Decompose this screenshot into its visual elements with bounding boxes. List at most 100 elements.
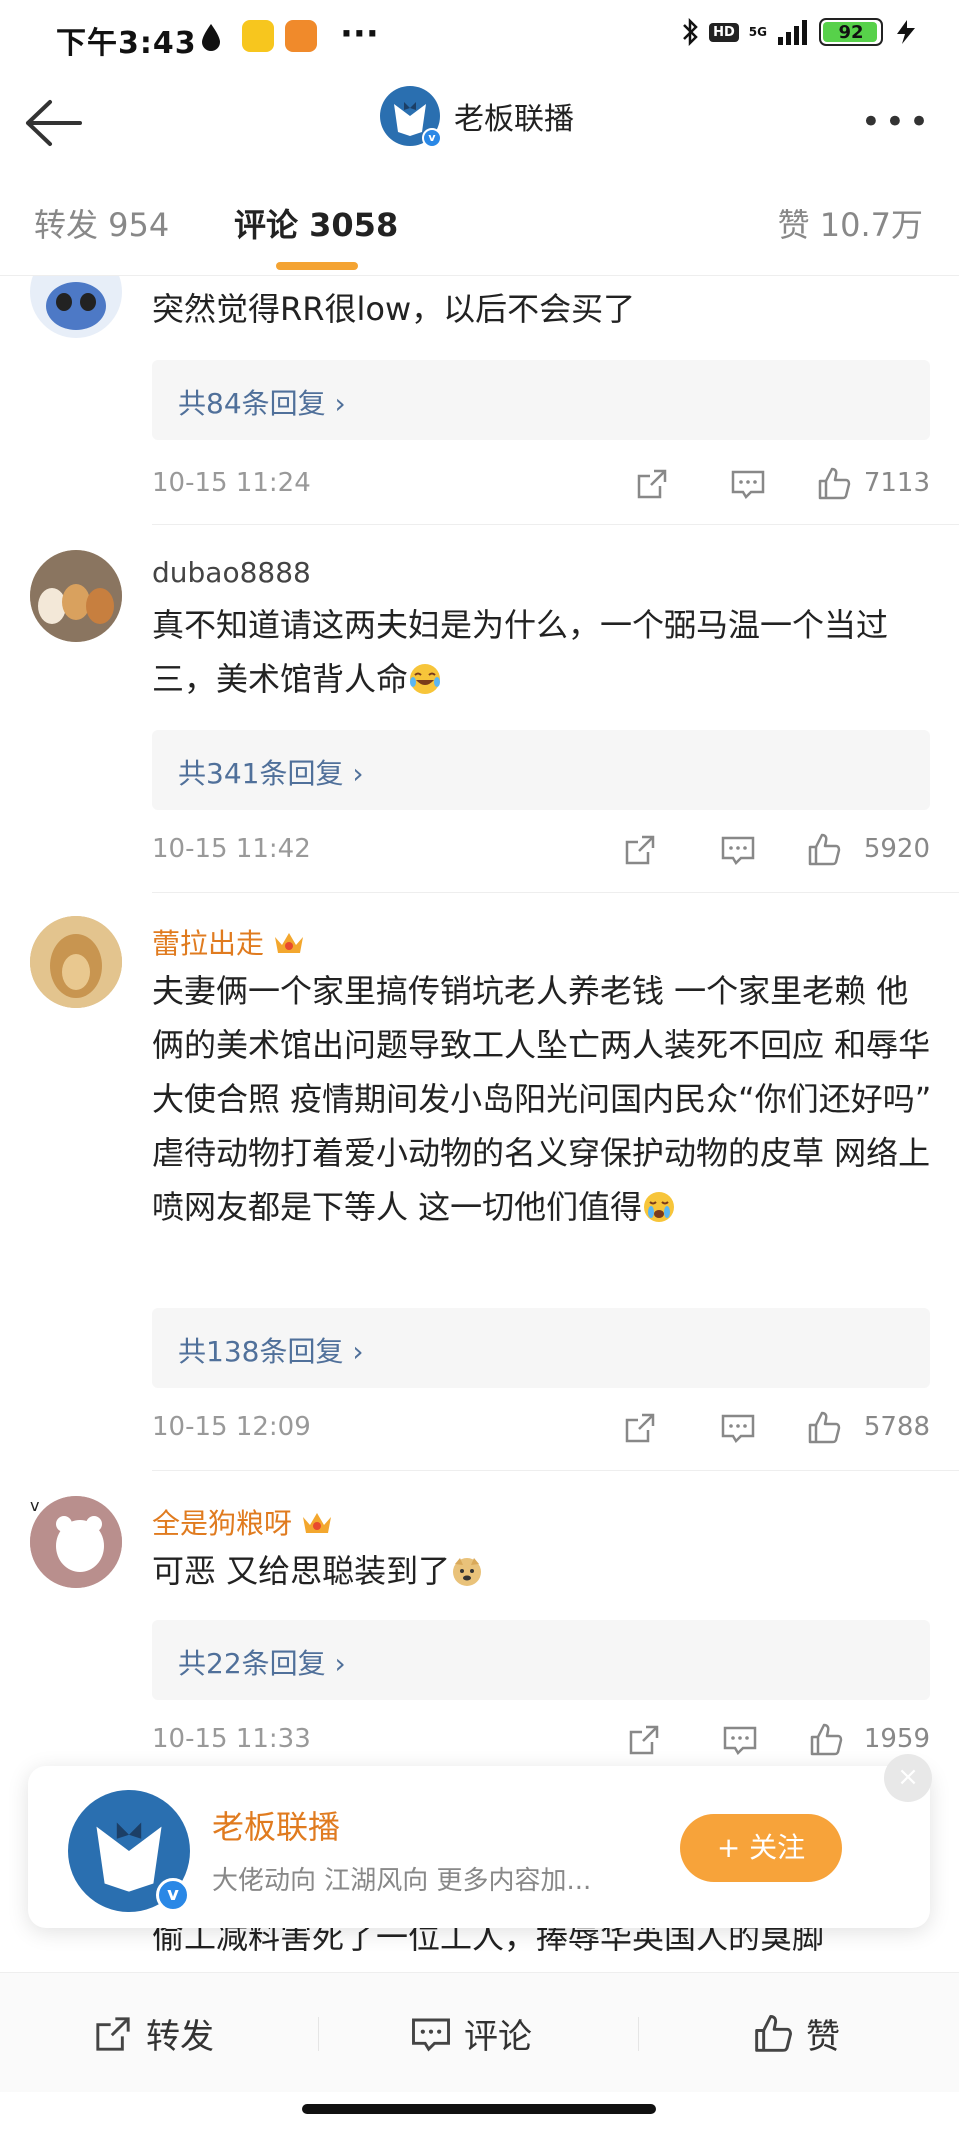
like-icon[interactable] — [808, 1722, 844, 1758]
share-icon — [96, 2016, 130, 2051]
stitch-avatar-icon — [46, 282, 106, 330]
more-options-icon[interactable]: ••• — [861, 102, 933, 142]
dogs-avatar-icon — [30, 550, 122, 642]
comment-icon[interactable] — [720, 832, 756, 868]
follow-button[interactable]: + 关注 — [680, 1814, 842, 1882]
like-label: 赞 — [806, 2017, 840, 2057]
comment-username[interactable]: dubao8888 — [152, 556, 311, 589]
like-icon[interactable] — [806, 1410, 842, 1446]
like-count: 7113 — [863, 468, 930, 498]
avatar[interactable]: v — [30, 276, 126, 342]
reply-count-button[interactable]: 共138条回复 › — [152, 1308, 930, 1388]
doge-emoji-icon — [453, 1558, 482, 1586]
status-time: 下午3:43 — [56, 26, 197, 61]
repost-label: 转发 — [146, 2017, 214, 2057]
popup-description: 大佬动向 江湖风向 更多内容加... — [212, 1866, 592, 1896]
comment-icon[interactable] — [720, 1410, 756, 1446]
account-logo[interactable]: v — [68, 1790, 190, 1912]
reply-count-button[interactable]: 共341条回复 › — [152, 730, 930, 810]
like-count: 5788 — [863, 1412, 930, 1442]
title-bar: v 老板联播 ••• — [0, 76, 959, 168]
share-icon[interactable] — [626, 1722, 662, 1758]
comment-text-content: 夫妻俩一个家里搞传销坑老人养老钱 一个家里老赖 他俩的美术馆出问题导致工人坠亡两… — [152, 972, 932, 1226]
comment-text-content: 真不知道请这两夫妇是为什么，一个弼马温一个当过三，美术馆背人命 — [152, 606, 889, 698]
verified-badge: v — [156, 1878, 190, 1912]
avatar[interactable]: v — [30, 1496, 126, 1592]
popup-account-name[interactable]: 老板联播 — [212, 1802, 340, 1848]
like-button[interactable]: 赞 — [752, 2009, 840, 2058]
comment-text: 夫妻俩一个家里搞传销坑老人养老钱 一个家里老赖 他俩的美术馆出问题导致工人坠亡两… — [152, 964, 932, 1234]
comment-time: 10-15 11:42 — [152, 834, 311, 864]
comment-time: 10-15 12:09 — [152, 1412, 311, 1442]
reply-count: 共138条回复 › — [178, 1335, 364, 1368]
lion-avatar-icon — [30, 916, 122, 1008]
share-icon[interactable] — [622, 1410, 658, 1446]
notification-app-icon — [242, 20, 274, 52]
comment-label: 评论 — [464, 2017, 532, 2057]
notification-app-icon — [285, 20, 317, 52]
separator — [638, 2017, 639, 2051]
page-title: 老板联播 — [454, 102, 574, 137]
hd-badge: HD — [709, 22, 739, 42]
tab-bar: 转发 954 评论 3058 赞 10.7万 — [0, 168, 959, 276]
comment-text: 真不知道请这两夫妇是为什么，一个弼马温一个当过三，美术馆背人命 — [152, 598, 932, 706]
comment-icon[interactable] — [722, 1722, 758, 1758]
like-icon[interactable] — [806, 832, 842, 868]
comment-text: 可恶 又给思聪装到了 — [152, 1544, 932, 1598]
reply-count: 共22条回复 › — [178, 1647, 346, 1680]
comment-meta: 10-15 12:09 5788 — [152, 1410, 930, 1450]
laugh-cry-emoji-icon — [410, 664, 441, 694]
like-count: 5920 — [863, 834, 930, 864]
follow-popup: v 老板联播 大佬动向 江湖风向 更多内容加... + 关注 × — [28, 1754, 932, 1928]
comment-meta: 10-15 11:42 5920 — [152, 832, 930, 872]
divider — [152, 1470, 959, 1471]
username-text: 全是狗粮呀 — [152, 1507, 293, 1540]
more-notifications-icon: ··· — [340, 14, 379, 54]
reply-count: 共341条回复 › — [178, 757, 364, 790]
reply-count-button[interactable]: 共22条回复 › — [152, 1620, 930, 1700]
avatar[interactable] — [30, 916, 126, 1012]
like-icon — [755, 2014, 792, 2052]
vip-crown-icon — [275, 933, 304, 953]
tab-repost[interactable]: 转发 954 — [34, 200, 169, 246]
comment-icon[interactable] — [730, 466, 766, 502]
battery-indicator: 92 — [819, 18, 883, 46]
reply-count-button[interactable]: 共84条回复 › — [152, 360, 930, 440]
active-tab-indicator — [276, 262, 358, 270]
repost-button[interactable]: 转发 — [92, 2009, 214, 2058]
charging-icon — [897, 20, 915, 44]
divider — [152, 892, 959, 893]
signal-icon — [778, 20, 807, 45]
account-title[interactable]: v 老板联播 — [380, 86, 574, 148]
like-count: 1959 — [863, 1724, 930, 1754]
username-text: 蕾拉出走 — [152, 927, 265, 960]
divider — [152, 524, 959, 525]
drop-icon — [202, 24, 220, 51]
comment-time: 10-15 11:33 — [152, 1724, 311, 1754]
close-icon[interactable]: × — [884, 1754, 932, 1802]
comment-text-content: 可恶 又给思聪装到了 — [152, 1552, 451, 1590]
verified-badge: v — [422, 128, 442, 148]
comment-button[interactable]: 评论 — [410, 2009, 532, 2058]
like-icon[interactable] — [816, 466, 852, 502]
back-arrow-icon[interactable] — [22, 98, 82, 148]
bottom-action-bar: 转发 评论 赞 — [0, 1972, 959, 2092]
network-type: 5G — [748, 25, 767, 39]
avatar[interactable] — [30, 550, 126, 646]
tab-likes[interactable]: 赞 10.7万 — [778, 200, 923, 246]
home-indicator[interactable] — [302, 2104, 656, 2114]
comment-username[interactable]: 蕾拉出走 — [152, 922, 306, 962]
share-icon[interactable] — [622, 832, 658, 868]
share-icon[interactable] — [634, 466, 670, 502]
status-bar: 下午3:43 ··· HD 5G 92 — [0, 0, 959, 76]
comment-text: 突然觉得RR很low，以后不会买了 — [152, 290, 636, 328]
status-right: HD 5G 92 — [681, 18, 919, 46]
verified-badge: v — [30, 1496, 40, 1515]
comment-meta: 10-15 11:24 7113 — [152, 466, 930, 506]
account-logo: v — [380, 86, 442, 148]
comment-username[interactable]: 全是狗粮呀 — [152, 1502, 334, 1542]
comment-meta: 10-15 11:33 1959 — [152, 1722, 930, 1762]
reply-count: 共84条回复 › — [178, 387, 346, 420]
separator — [318, 2017, 319, 2051]
bluetooth-icon — [683, 18, 698, 46]
